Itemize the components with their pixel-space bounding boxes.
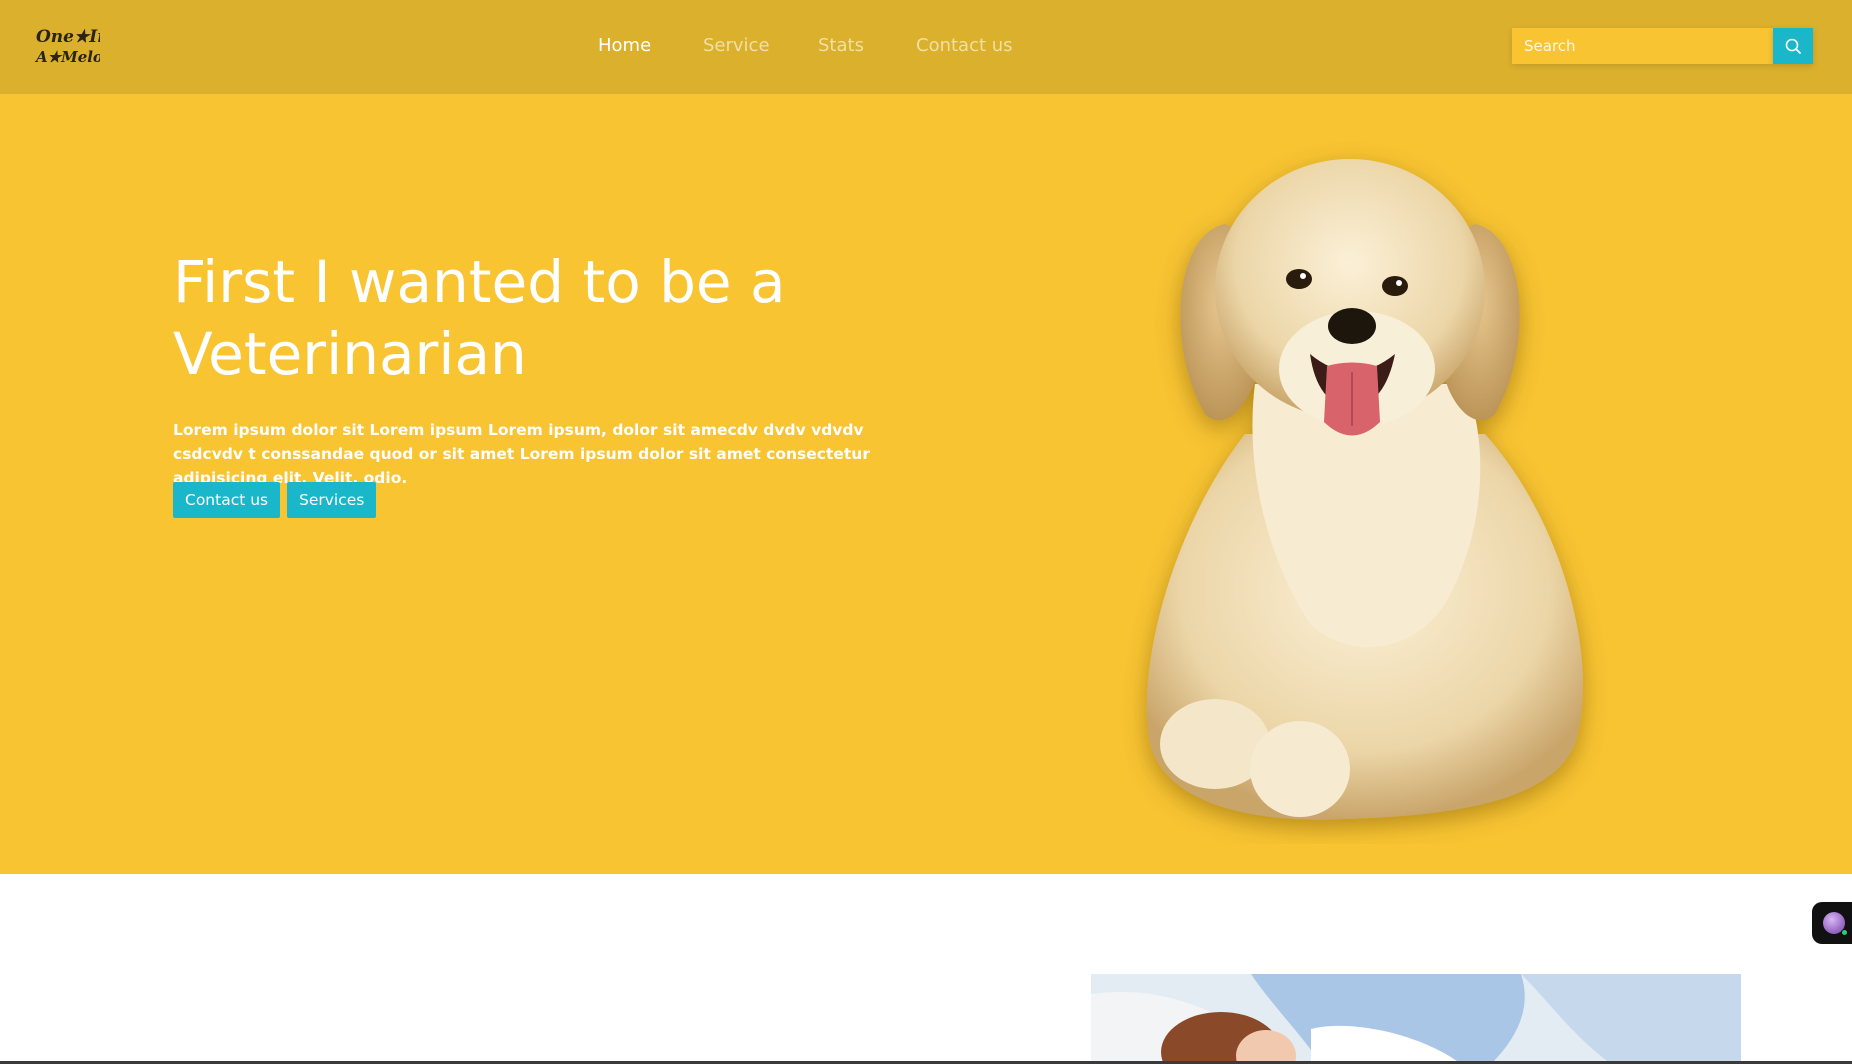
nav-home[interactable]: Home [598,35,651,57]
nav-contact-us[interactable]: Contact us [916,35,1013,57]
search-button[interactable] [1773,28,1813,64]
sleeping-person-illustration [1091,974,1741,1064]
sleeping-person-image [1091,974,1741,1064]
online-status-dot [1841,929,1848,936]
chat-avatar-icon [1823,912,1848,936]
hero-section: First I wanted to be a Veterinarian Lore… [0,94,1852,874]
services-button[interactable]: Services [287,482,377,518]
puppy-image [1146,159,1583,820]
search-input[interactable] [1512,28,1773,64]
hero-description: Lorem ipsum dolor sit Lorem ipsum Lorem … [173,421,870,487]
navbar: One★In A★Melon Home Service Stats Contac… [0,0,1852,94]
nav-service[interactable]: Service [703,35,770,57]
contact-us-button[interactable]: Contact us [173,482,281,518]
chat-widget[interactable] [1812,902,1852,944]
hero-title: First I wanted to be a Veterinarian [173,248,786,388]
nav-stats[interactable]: Stats [818,35,864,57]
search-icon [1785,38,1801,54]
